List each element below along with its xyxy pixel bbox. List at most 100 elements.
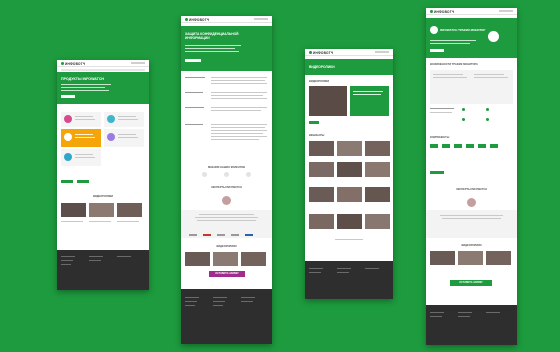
article-heading — [185, 124, 203, 125]
featured-video-card[interactable] — [350, 86, 389, 116]
footer-link[interactable] — [458, 312, 472, 313]
section-heading-testimonials: МНЕНИЯ НАШИХ КЛИЕНТОВ — [207, 166, 246, 169]
footer-link[interactable] — [61, 260, 73, 261]
video-thumbnail[interactable] — [365, 187, 390, 202]
site-header: ИНФОВОТЧ — [426, 8, 517, 15]
footer-link[interactable] — [241, 297, 255, 298]
video-thumbnail[interactable] — [213, 252, 238, 266]
footer-link[interactable] — [185, 301, 197, 302]
article-text — [211, 110, 261, 111]
featured-video[interactable] — [309, 86, 347, 116]
showcase-background: ИНФОВОТЧ ПРОДУКТЫ INFOWATCH ВИДЕОРОЛИКИ … — [0, 0, 560, 352]
article-text — [211, 130, 267, 131]
product-tile[interactable] — [104, 129, 144, 147]
article-heading — [185, 107, 204, 108]
article-heading — [185, 77, 205, 78]
feature-text — [433, 74, 463, 75]
tile-text — [75, 157, 95, 158]
video-thumbnail[interactable] — [337, 214, 362, 229]
product-tile-featured[interactable] — [61, 129, 101, 147]
footer-link[interactable] — [61, 264, 71, 265]
footer-link[interactable] — [486, 312, 500, 313]
footer-link[interactable] — [61, 256, 75, 257]
video-thumbnail[interactable] — [185, 252, 210, 266]
footer-link[interactable] — [185, 297, 199, 298]
footer-link[interactable] — [458, 316, 470, 317]
product-tile[interactable] — [61, 149, 101, 166]
site-header: ИНФОВОТЧ — [181, 16, 272, 23]
green-button[interactable] — [77, 180, 89, 183]
video-thumbnail[interactable] — [309, 187, 334, 202]
product-icon — [64, 153, 72, 161]
video-thumbnail[interactable] — [309, 162, 334, 177]
hero-banner: ПРОДУКТЫ INFOWATCH — [57, 72, 149, 104]
nav-bar[interactable] — [61, 69, 145, 71]
footer-link[interactable] — [89, 260, 101, 261]
footer-link[interactable] — [213, 297, 227, 298]
component-icon — [490, 144, 498, 148]
footer-link[interactable] — [185, 305, 195, 306]
green-button[interactable] — [430, 171, 444, 174]
footer-link[interactable] — [430, 312, 444, 313]
site-logo[interactable]: ИНФОВОТЧ — [430, 10, 454, 14]
video-thumbnail[interactable] — [458, 251, 483, 265]
video-thumbnail[interactable] — [337, 141, 362, 156]
hero-button[interactable] — [430, 49, 444, 52]
video-thumbnail[interactable] — [365, 141, 390, 156]
green-button[interactable] — [309, 121, 319, 124]
video-thumbnail[interactable] — [117, 203, 142, 217]
hero-text-line — [185, 45, 241, 47]
site-logo[interactable]: ИНФОВОТЧ — [185, 18, 209, 22]
cta-button[interactable]: ОСТАВИТЬ ЗАЯВКУ — [450, 280, 492, 286]
article-heading — [185, 92, 203, 93]
footer-link[interactable] — [117, 256, 131, 257]
video-thumbnail[interactable] — [365, 162, 390, 177]
video-thumbnail[interactable] — [430, 251, 455, 265]
product-icon — [430, 26, 438, 34]
video-thumbnail[interactable] — [486, 251, 511, 265]
hero-button[interactable] — [185, 59, 201, 62]
footer-link[interactable] — [213, 301, 225, 302]
hero-text-line — [61, 84, 111, 86]
footer-link[interactable] — [241, 301, 253, 302]
cta-button[interactable]: ОСТАВИТЬ ЗАЯВКУ — [209, 271, 245, 277]
pagination[interactable] — [335, 239, 363, 240]
footer-link[interactable] — [430, 316, 442, 317]
video-thumbnail[interactable] — [337, 162, 362, 177]
video-thumbnail[interactable] — [309, 214, 334, 229]
tile-text — [75, 119, 95, 120]
quote-text — [197, 220, 256, 221]
footer-link[interactable] — [309, 268, 323, 269]
video-thumbnail[interactable] — [89, 203, 114, 217]
video-thumbnail[interactable] — [337, 187, 362, 202]
green-button[interactable] — [61, 180, 73, 183]
product-icon — [64, 133, 72, 141]
tile-text — [75, 116, 93, 117]
logo-icon — [430, 10, 433, 14]
component-icon — [454, 144, 462, 148]
video-thumbnail[interactable] — [61, 203, 86, 217]
video-thumbnail[interactable] — [365, 214, 390, 229]
footer-link[interactable] — [337, 272, 349, 273]
play-icon[interactable] — [488, 31, 499, 42]
product-tile[interactable] — [104, 112, 144, 127]
feature-text — [433, 77, 467, 78]
site-logo[interactable]: ИНФОВОТЧ — [309, 51, 333, 55]
article-text — [211, 77, 267, 78]
footer-link[interactable] — [365, 268, 379, 269]
article-text — [211, 80, 265, 81]
section-heading-features: ВОЗМОЖНОСТИ ТРАФИК МОНИТОРА — [430, 63, 478, 66]
footer-link[interactable] — [213, 305, 223, 306]
footer-link[interactable] — [337, 268, 351, 269]
client-logo — [202, 172, 207, 177]
hero-button[interactable] — [61, 95, 75, 98]
subsection-heading — [430, 108, 454, 109]
quote-block — [426, 210, 517, 238]
site-logo[interactable]: ИНФОВОТЧ — [61, 62, 85, 66]
footer-link[interactable] — [89, 256, 103, 257]
component-icon — [430, 144, 438, 148]
product-tile[interactable] — [61, 112, 101, 127]
video-thumbnail[interactable] — [241, 252, 266, 266]
footer-link[interactable] — [309, 272, 321, 273]
video-thumbnail[interactable] — [309, 141, 334, 156]
